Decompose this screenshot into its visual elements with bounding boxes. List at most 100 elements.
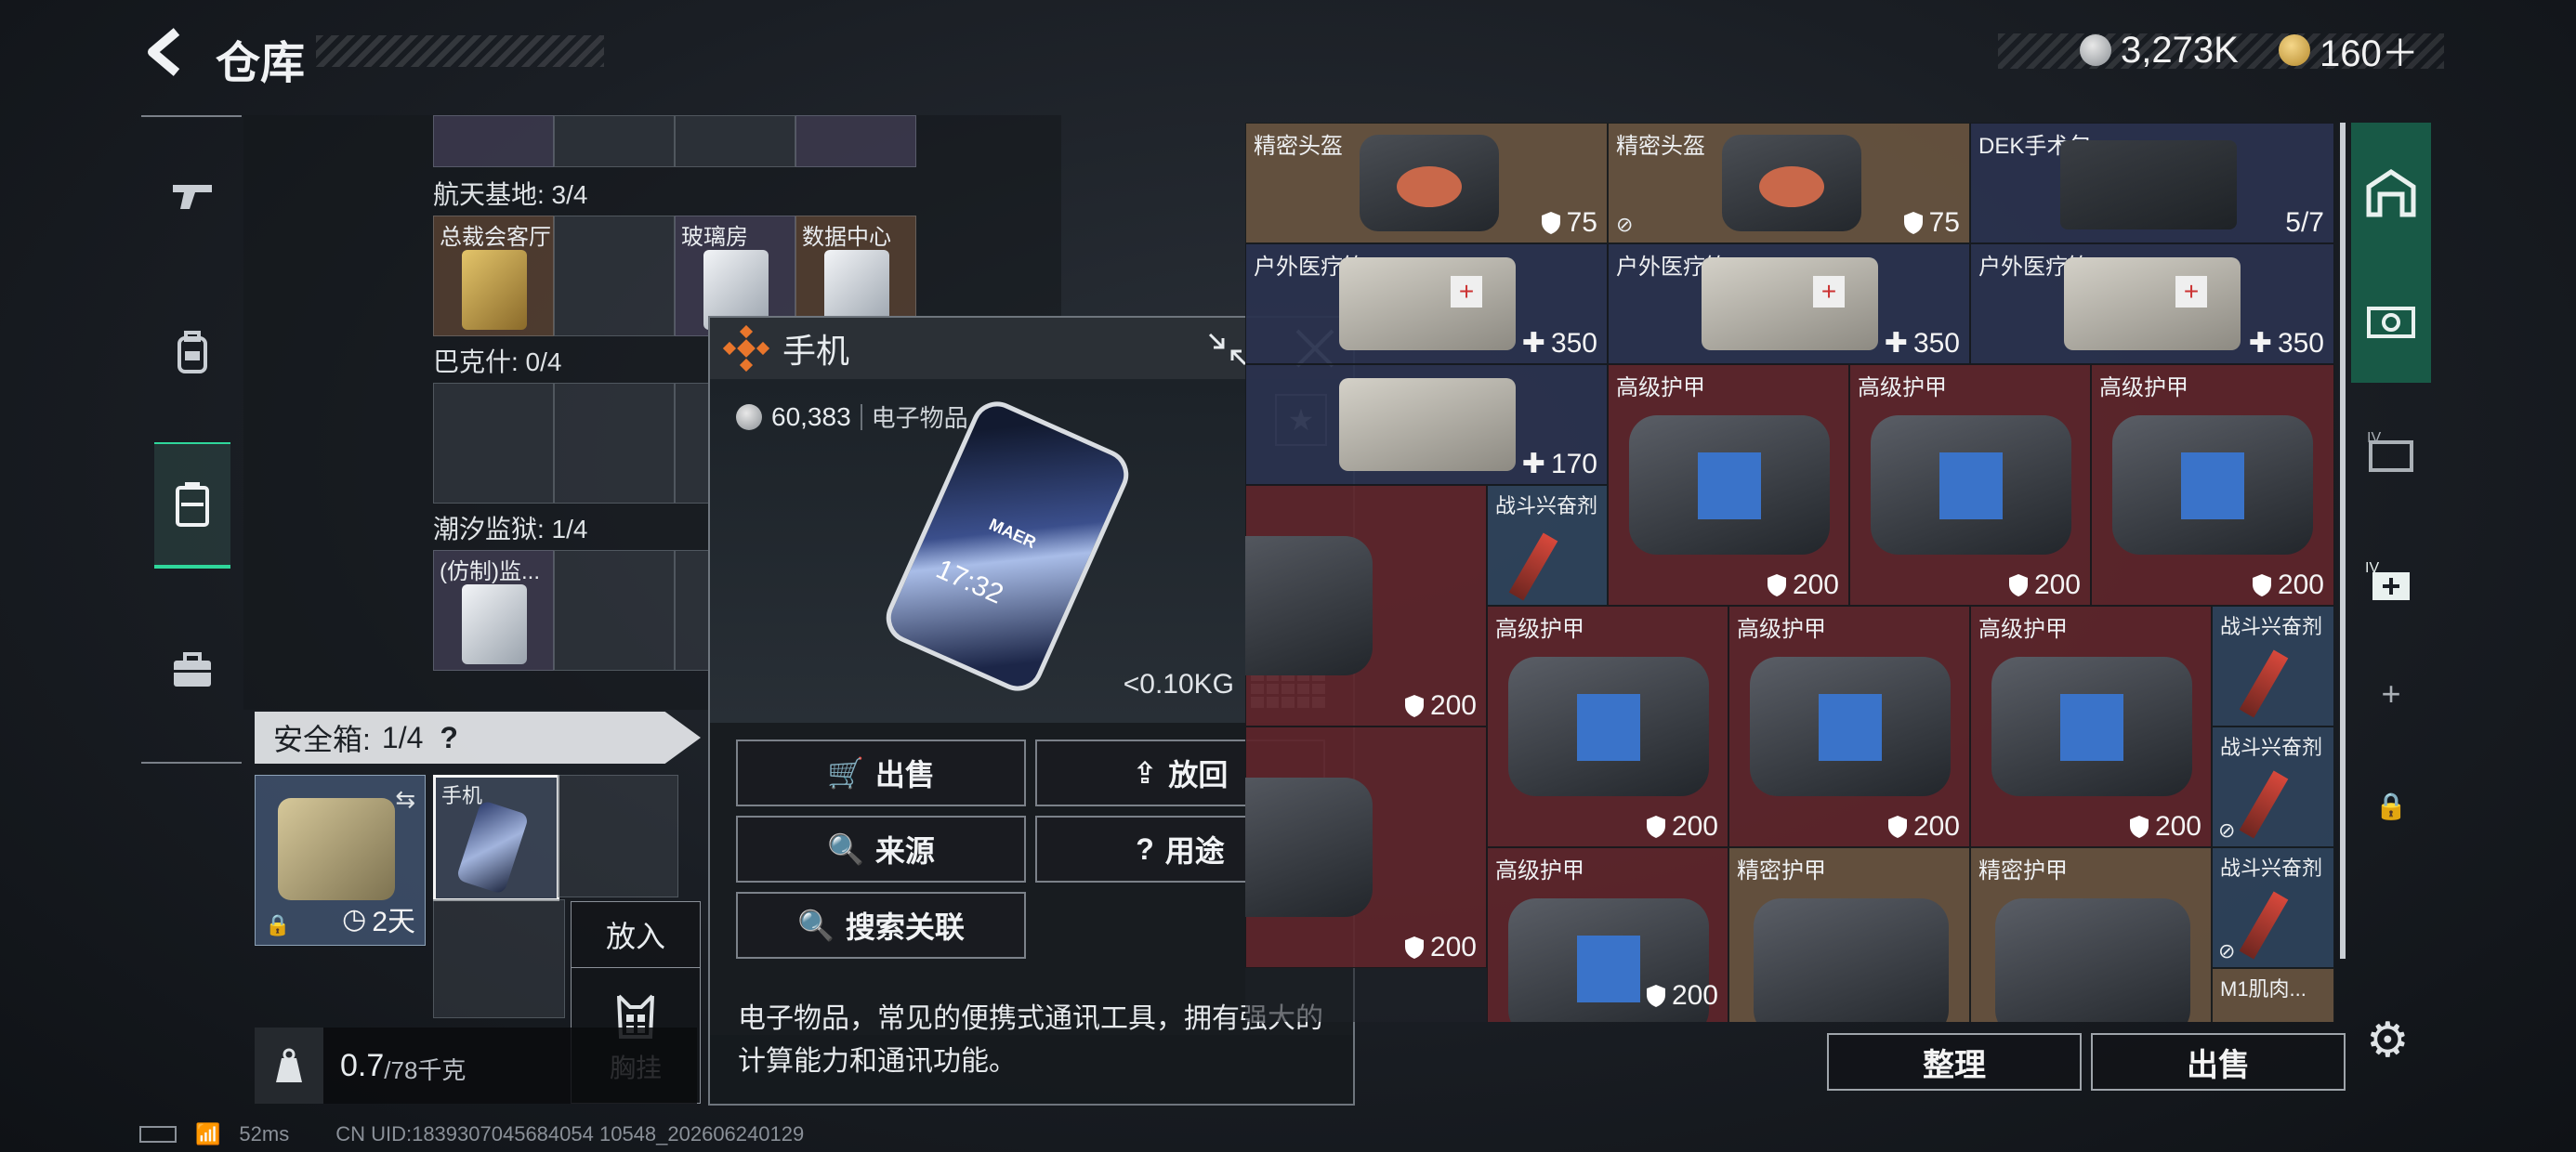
put-in-label[interactable]: 放入 [572,902,700,968]
tab-category-all[interactable] [2351,262,2431,383]
grid-item[interactable]: 精密护甲 [1970,847,2212,1022]
storage-slot[interactable] [675,115,795,167]
section-label-space-base: 航天基地: 3/4 [433,180,588,209]
phone-thumbnail [455,799,530,896]
bulk-sell-button[interactable]: 出售 [2091,1033,2346,1091]
storage-slot[interactable] [554,115,675,167]
warehouse-icon [2366,168,2416,217]
armor-bag-image [2112,415,2313,555]
grid-item[interactable]: 战斗兴奋剂 ⊘ [2212,847,2334,968]
grid-item[interactable]: 户外医疗箱 + ✚ 350 [1608,243,1970,364]
health-plus-icon: ✚ [1521,449,1545,479]
swap-icon[interactable]: ⇆ [395,785,415,814]
gold-currency[interactable]: 160＋ [2279,28,2419,74]
storage-slot[interactable] [433,383,554,504]
tab-storage-view[interactable] [2351,123,2431,262]
storage-slot[interactable]: (仿制)监... [433,550,554,671]
medkit-image [1339,378,1516,471]
grid-item[interactable]: 战斗兴奋剂 [2212,606,2334,727]
health-plus-icon: ✚ [2248,328,2272,359]
phone-image: MAER 17:32 [877,393,1137,700]
safe-slot-phone[interactable]: 手机 [433,775,559,901]
precision-armor-image [1754,898,1949,1022]
organize-button[interactable]: 整理 [1827,1033,2082,1091]
svg-text:IV: IV [2367,430,2381,446]
question-icon: ? [1136,831,1154,866]
grid-item[interactable]: 高级护甲 200 [1487,606,1728,847]
safe-box-header: 安全箱: 1/4 ? [255,712,701,764]
section-label-tide-prison: 潮汐监狱: 1/4 [433,515,588,543]
silver-currency: 3,273K [2080,28,2239,72]
minimize-icon[interactable] [1206,331,1249,368]
grid-item[interactable]: 户外医疗箱 + ✚ 350 [1970,243,2334,364]
armor-shield-icon [1767,574,1786,596]
add-tab-icon[interactable]: + [2351,643,2431,745]
grid-item[interactable]: 200 [1245,727,1487,968]
grid-item[interactable]: 高级护甲 200 [1728,606,1970,847]
search-icon: 🔍 [827,832,864,866]
item-weight: <0.10KG [1123,669,1234,700]
grid-item[interactable]: 战斗兴奋剂 [1487,485,1608,606]
armor-bag-image [1508,657,1709,796]
precision-armor-image [1995,898,2190,1022]
storage-slot[interactable]: 总裁会客厅 [433,216,554,336]
grid-item[interactable]: 高级护甲 200 [1849,364,2091,606]
grid-item[interactable]: 精密头盔 75 [1245,123,1608,243]
surgery-kit-image [2060,140,2237,229]
help-icon[interactable]: ? [440,721,458,755]
armor-bag-image [1991,657,2192,796]
grid-scrollbar[interactable] [2340,123,2346,959]
lock-tab-icon[interactable]: 🔒 [2351,754,2431,857]
stimulant-syringe-image [1508,532,1558,601]
storage-slot[interactable] [554,550,675,671]
settings-gear-icon[interactable]: ⚙ [2366,1013,2410,1068]
status-bar: 📶 52ms CN UID:1839307045684054 10548_202… [139,1122,804,1146]
weight-current: 0.7 [340,1047,385,1083]
search-related-button[interactable]: 🔍 搜索关联 [736,892,1026,959]
safe-box-case[interactable]: ⇆ 🔒 ◷ 2天 [255,775,426,946]
grid-item[interactable]: ✚ 170 [1245,364,1608,485]
source-button[interactable]: 🔍 来源 [736,816,1026,883]
wifi-icon: 📶 [195,1122,221,1145]
popup-title: 手机 [782,332,850,370]
silver-coin-icon [736,403,762,430]
grid-item[interactable]: 高级护甲 200 [1608,364,1849,606]
armor-bag-image [1245,778,1373,917]
safe-slot-empty[interactable] [433,899,565,1018]
silver-coin-icon [2080,34,2111,66]
safe-slot-empty[interactable] [558,775,678,897]
tab-weapons[interactable] [154,136,230,256]
storage-slot[interactable] [554,216,675,336]
safe-box-count: 1/4 [381,720,424,754]
item-category: 电子物品 [871,404,968,432]
briefcase-icon [174,652,211,687]
grid-item[interactable]: 精密头盔 ⊘ 75 [1608,123,1970,243]
tab-briefcase[interactable] [154,609,230,730]
sell-button[interactable]: 🛒 出售 [736,740,1026,806]
grid-item[interactable]: 精密护甲 [1728,847,1970,1022]
grid-item[interactable]: 高级护甲 200 [1487,847,1728,1022]
storage-slot[interactable] [795,115,916,167]
armor-bag-image [1629,415,1830,555]
tab-container[interactable]: IV [2351,392,2431,513]
grid-item[interactable]: 高级护甲 200 [1970,606,2212,847]
armor-shield-icon [1646,816,1665,838]
grid-item[interactable]: 户外医疗箱 + ✚ 350 [1245,243,1608,364]
gold-coin-icon [2279,34,2310,66]
grid-item[interactable]: 200 [1245,485,1487,727]
tab-medical[interactable]: IV [2351,522,2431,643]
storage-slot[interactable] [433,115,554,167]
stimulant-syringe-image [2239,770,2289,839]
item-price: 60,383 [771,401,851,431]
safe-case-image [278,798,395,900]
back-button[interactable] [139,24,195,80]
grid-item[interactable]: 战斗兴奋剂 ⊘ [2212,727,2334,847]
grid-item[interactable]: 高级护甲 200 [2091,364,2334,606]
grid-item[interactable]: DEK手术包 5/7 [1970,123,2334,243]
tab-storage[interactable] [154,442,230,569]
no-insure-icon: ⊘ [2218,939,2236,962]
tab-backpack[interactable] [154,292,230,412]
storage-slot[interactable] [554,383,675,504]
grid-item[interactable]: M1肌肉... [2212,968,2334,1022]
health-plus-icon: ✚ [1521,328,1545,359]
